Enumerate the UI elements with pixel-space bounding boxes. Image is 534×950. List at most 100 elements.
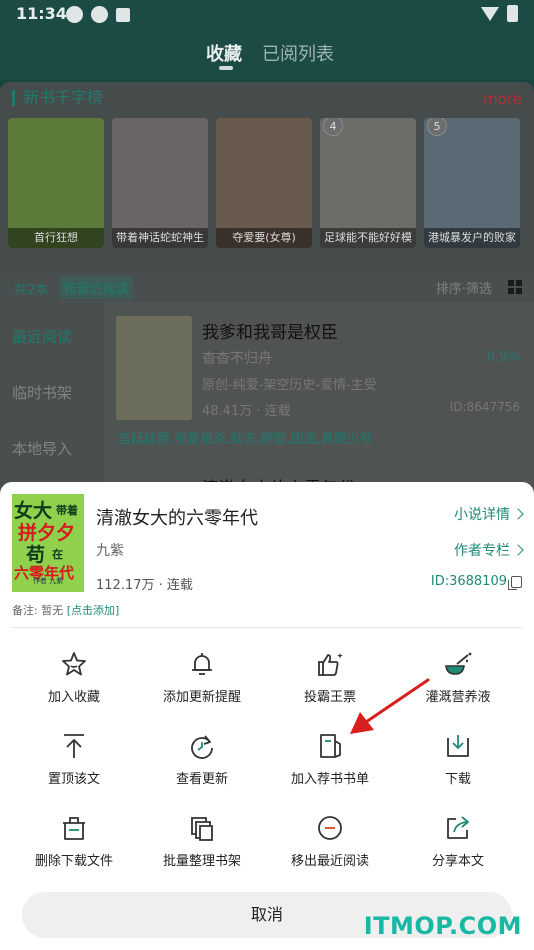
sheet-book-title: 清澈女大的六零年代 (96, 508, 258, 529)
action-label: 移出最近阅读 (290, 854, 369, 869)
divider (12, 627, 522, 628)
action-label: 投霸王票 (303, 690, 356, 705)
thumbs-up-icon (318, 653, 343, 676)
ranking-book-4[interactable]: 4 足球能不能好好模 (320, 118, 416, 248)
cover-text: 带着 (56, 504, 78, 517)
download-button[interactable]: 下载 (394, 714, 522, 794)
delete-download-icon (63, 817, 85, 840)
action-label: 添加更新提醒 (162, 690, 241, 705)
ranking-book-1[interactable]: 首行狂想 (8, 118, 104, 248)
tab-indicator (219, 66, 233, 70)
sheet-book-id[interactable]: ID:3688109 (430, 574, 522, 590)
shelf-sidebar: 最近阅读 临时书架 本地导入 (0, 302, 104, 502)
watering-icon (445, 652, 472, 675)
booklist-icon (320, 734, 341, 758)
remove-circle-icon (318, 816, 342, 840)
action-label: 加入荐书书单 (290, 772, 369, 787)
status-time: 11:34 (16, 4, 67, 23)
update-reminder-button[interactable]: 添加更新提醒 (138, 632, 266, 712)
share-icon (447, 816, 469, 839)
order-recent-button[interactable]: 按最近阅读 (60, 276, 134, 299)
action-label: 批量整理书架 (162, 854, 241, 869)
sheet-book-words: 112.17万 · 连载 (96, 578, 193, 593)
ranking-book-5[interactable]: 5 港城暴发户的败家 (424, 118, 520, 248)
nutrient-watering-button[interactable]: 灌溉营养液 (394, 632, 522, 712)
star-icon (62, 652, 86, 676)
grid-view-icon[interactable] (508, 280, 522, 294)
ranking-book-caption: 带着神话蛇蛇神生 (112, 228, 208, 248)
ranking-more-link[interactable]: more (483, 90, 522, 108)
action-label: 查看更新 (175, 772, 228, 787)
chevron-right-icon (512, 508, 524, 520)
top-tabs: 收藏 已阅列表 (0, 28, 534, 80)
bell-icon (192, 653, 212, 675)
action-label: 置顶该文 (47, 772, 100, 787)
status-bar: 11:34 (0, 0, 534, 28)
novel-detail-label: 小说详情 (454, 507, 510, 523)
shelf-count: 共2本 (14, 283, 49, 298)
action-label: 分享本文 (431, 854, 484, 869)
shelf-toolbar: 共2本 按最近阅读 排序·筛选 (0, 272, 534, 302)
notification-icon (91, 6, 108, 23)
action-label: 删除下载文件 (34, 854, 113, 869)
refresh-icon (191, 735, 213, 759)
share-button[interactable]: 分享本文 (394, 796, 522, 876)
rank-badge: 4 (323, 118, 343, 136)
download-icon (447, 735, 469, 757)
add-note-link[interactable]: [点击添加] (67, 604, 120, 617)
cover-author: 作者 九紫 (32, 577, 64, 585)
wifi-icon (481, 6, 499, 21)
shelf-book-progress: 0.9% (486, 350, 520, 365)
app-notification-icon (116, 8, 130, 22)
shelf-book-id: ID:8647756 (449, 400, 520, 414)
shelf-book-list: 我爹和我哥是权臣 杳杳不归舟 0.9% 原创-纯爱-架空历史-爱情-主受 48.… (104, 302, 534, 502)
ranking-book-2[interactable]: 带着神话蛇蛇神生 (112, 118, 208, 248)
sheet-book-author: 九紫 (96, 543, 124, 559)
tab-favorites[interactable]: 收藏 (206, 40, 242, 66)
ranking-book-caption: 首行狂想 (8, 228, 104, 248)
shelf-book-title[interactable]: 我爹和我哥是权臣 (202, 318, 338, 343)
note-label: 备注: 暂无 (12, 604, 64, 617)
watermark: ITMOP.COM (363, 912, 522, 940)
book-id-text: ID:3688109 (430, 574, 507, 589)
ranking-book-caption: 港城暴发户的败家 (424, 228, 520, 248)
action-label: 下载 (444, 772, 471, 787)
notification-icon (66, 6, 83, 23)
shelf-book-keywords: 宫廷侯爵,相爱相杀,励志,朝堂,团宠,真假少爷 (118, 432, 373, 447)
batch-shelf-icon (191, 817, 213, 841)
sidebar-item-local-import[interactable]: 本地导入 (12, 438, 72, 459)
vote-ticket-button[interactable]: 投霸王票 (266, 632, 394, 712)
shelf-book-cover[interactable] (116, 316, 192, 420)
sidebar-item-recent[interactable]: 最近阅读 (12, 326, 72, 347)
action-label: 灌溉营养液 (425, 690, 491, 705)
remove-recent-button[interactable]: 移出最近阅读 (266, 796, 394, 876)
book-action-sheet: 女大 带着 拼夕夕 苟 在 六零年代 作者 九紫 清澈女大的六零年代 九紫 11… (0, 482, 534, 950)
ranking-title: 新书千字榜 (12, 90, 103, 106)
shelf-book-author: 杳杳不归舟 (202, 351, 272, 367)
shelf-book-words: 48.41万 · 连载 (202, 404, 291, 419)
batch-shelf-button[interactable]: 批量整理书架 (138, 796, 266, 876)
sidebar-item-temp-shelf[interactable]: 临时书架 (12, 382, 72, 403)
action-label: 加入收藏 (47, 690, 100, 705)
pin-top-button[interactable]: 置顶该文 (10, 714, 138, 794)
check-update-button[interactable]: 查看更新 (138, 714, 266, 794)
author-column-label: 作者专栏 (454, 543, 510, 559)
author-column-link[interactable]: 作者专栏 (454, 540, 524, 560)
cover-text: 在 (52, 548, 63, 561)
battery-icon (507, 5, 518, 22)
note-row: 备注: 暂无 [点击添加] (12, 602, 119, 618)
add-favorite-button[interactable]: 加入收藏 (10, 632, 138, 712)
chevron-right-icon (512, 544, 524, 556)
copy-icon[interactable] (508, 575, 522, 590)
status-notification-icons (66, 6, 130, 23)
delete-download-button[interactable]: 删除下载文件 (10, 796, 138, 876)
add-booklist-button[interactable]: 加入荐书书单 (266, 714, 394, 794)
novel-detail-link[interactable]: 小说详情 (454, 504, 524, 524)
shelf-book-tags: 原创-纯爱-架空历史-爱情-主受 (202, 378, 377, 393)
ranking-book-3[interactable]: 夺爱要(女尊) (216, 118, 312, 248)
sheet-book-cover[interactable]: 女大 带着 拼夕夕 苟 在 六零年代 作者 九紫 (12, 494, 84, 592)
sort-filter-button[interactable]: 排序·筛选 (436, 278, 492, 297)
pin-top-icon (64, 734, 84, 758)
new-book-ranking-card: 新书千字榜 more 首行狂想 带着神话蛇蛇神生 夺爱要(女尊) 4 足球能不能… (0, 82, 534, 272)
tab-read-list[interactable]: 已阅列表 (262, 40, 334, 66)
